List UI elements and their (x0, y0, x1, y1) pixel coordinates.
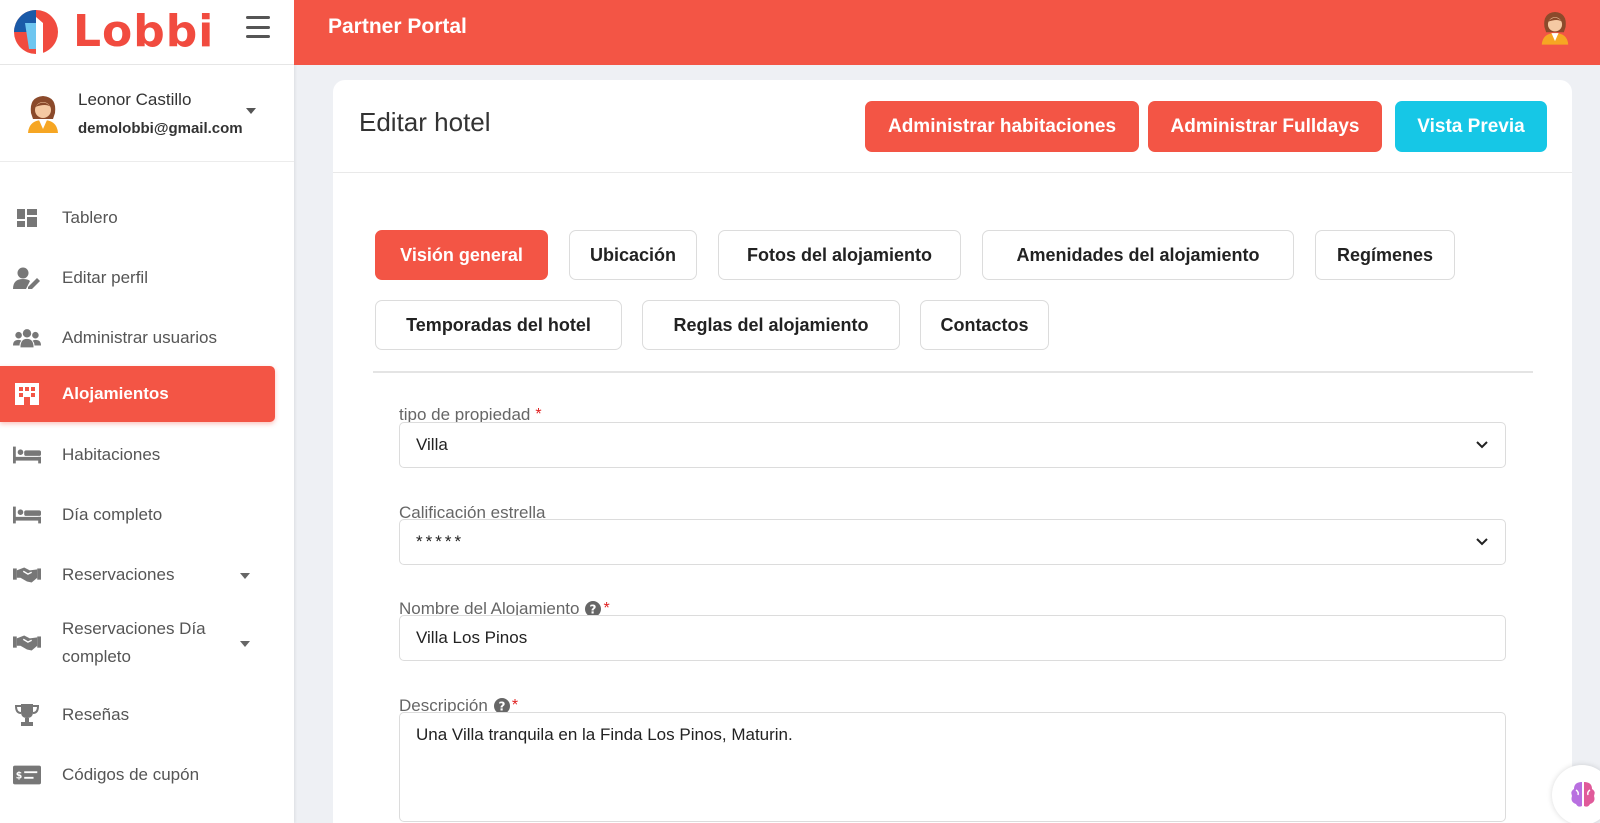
caret-down-icon (240, 573, 250, 579)
tab-temporadas[interactable]: Temporadas del hotel (375, 300, 622, 350)
sidebar-item-label: Reseñas (62, 705, 130, 724)
tab-regimenes[interactable]: Regímenes (1315, 230, 1455, 280)
bed-icon (13, 504, 41, 526)
user-profile-dropdown[interactable]: Leonor Castillo demolobbi@gmail.com (0, 65, 294, 162)
caret-down-icon (246, 108, 256, 114)
bed-icon (13, 444, 41, 466)
sidebar-item-label: Alojamientos (62, 384, 169, 403)
user-avatar-icon (28, 96, 58, 133)
portal-title: Partner Portal (328, 15, 467, 38)
card-header: Editar hotel Administrar habitaciones Ad… (333, 80, 1572, 173)
lobbi-logo-icon (14, 10, 58, 54)
dashboard-icon (13, 207, 41, 229)
building-icon (13, 383, 41, 405)
svg-text:$: $ (16, 771, 23, 782)
sidebar-item-label: Tablero (62, 208, 118, 227)
sidebar-item-label: Editar perfil (62, 268, 148, 287)
users-icon (13, 327, 41, 349)
tab-contactos[interactable]: Contactos (920, 300, 1049, 350)
user-name: Leonor Castillo (78, 89, 192, 109)
sidebar-item-administrar-usuarios[interactable]: Administrar usuarios (0, 310, 275, 366)
property-type-select[interactable]: Villa (399, 422, 1506, 468)
sidebar-item-label: Habitaciones (62, 445, 161, 464)
sidebar-item-reservaciones-dia-completo[interactable]: Reservaciones Día completo (0, 603, 275, 683)
sidebar-item-label: Reservaciones Día completo (62, 619, 206, 666)
divider (373, 371, 1533, 373)
star-rating-select[interactable]: ***** (399, 519, 1506, 565)
user-avatar-icon[interactable] (1540, 7, 1570, 47)
sidebar-item-alojamientos[interactable]: Alojamientos (0, 366, 275, 422)
sidebar-item-label: Reservaciones (62, 565, 175, 584)
sidebar: Lobbi Leonor Castillo demolobbi@gmail.co… (0, 0, 294, 823)
tab-vision-general[interactable]: Visión general (375, 230, 548, 280)
handshake-icon (13, 632, 41, 654)
sidebar-item-label: Administrar usuarios (62, 328, 217, 347)
sidebar-item-label: Códigos de cupón (62, 765, 200, 784)
tab-amenidades[interactable]: Amenidades del alojamiento (982, 230, 1294, 280)
trophy-icon (13, 704, 41, 726)
sidebar-item-codigos-de-cupon[interactable]: $ Códigos de cupón (0, 747, 275, 803)
tab-ubicacion[interactable]: Ubicación (569, 230, 697, 280)
sidebar-item-habitaciones[interactable]: Habitaciones (0, 427, 275, 483)
brand: Lobbi (0, 0, 294, 65)
sidebar-item-resenas[interactable]: Reseñas (0, 687, 275, 743)
sidebar-item-tablero[interactable]: Tablero (0, 190, 275, 246)
hotel-name-value: Villa Los Pinos (416, 628, 528, 647)
user-email: demolobbi@gmail.com (78, 119, 243, 137)
manage-fulldays-button[interactable]: Administrar Fulldays (1148, 101, 1382, 152)
sidebar-item-reservaciones[interactable]: Reservaciones (0, 547, 275, 603)
page-title: Editar hotel (359, 107, 491, 137)
menu-toggle-icon[interactable] (246, 16, 270, 38)
property-type-value: Villa (416, 435, 448, 454)
handshake-icon (13, 564, 41, 586)
assistant-brain-button[interactable] (1552, 765, 1600, 823)
brain-icon (1571, 782, 1595, 807)
caret-down-icon (240, 641, 250, 647)
coupon-icon: $ (13, 764, 41, 786)
user-edit-icon (13, 267, 41, 289)
chevron-down-icon (1476, 538, 1488, 546)
description-textarea[interactable]: Una Villa tranquila en la Finda Los Pino… (399, 712, 1506, 822)
star-rating-value: ***** (416, 532, 465, 551)
tab-fotos[interactable]: Fotos del alojamiento (718, 230, 961, 280)
hotel-name-input[interactable]: Villa Los Pinos (399, 615, 1506, 661)
preview-button[interactable]: Vista Previa (1395, 101, 1547, 152)
edit-hotel-card: Editar hotel Administrar habitaciones Ad… (333, 80, 1572, 823)
chevron-down-icon (1476, 441, 1488, 449)
brand-name: Lobbi (73, 6, 215, 57)
manage-rooms-button[interactable]: Administrar habitaciones (865, 101, 1139, 152)
top-bar: Partner Portal (294, 0, 1600, 65)
sidebar-item-label: Día completo (62, 505, 163, 524)
sidebar-item-editar-perfil[interactable]: Editar perfil (0, 250, 275, 306)
tab-reglas[interactable]: Reglas del alojamiento (642, 300, 900, 350)
sidebar-item-dia-completo[interactable]: Día completo (0, 487, 275, 543)
